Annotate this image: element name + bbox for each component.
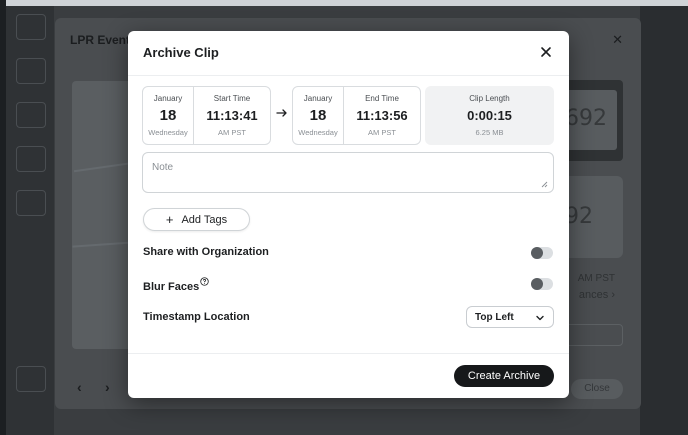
end-time-tz: AM PST (368, 128, 396, 137)
start-time-value: 11:13:41 (206, 108, 258, 123)
bg-sidebar-item (16, 102, 46, 128)
clip-length-label: Clip Length (469, 94, 510, 103)
bg-close-icon: ✕ (612, 32, 623, 47)
bg-plate-text: 92 (565, 204, 593, 229)
note-placeholder: Note (152, 162, 174, 173)
timestamp-location-label: Timestamp Location (143, 311, 250, 323)
clip-length-card: Clip Length 0:00:15 6.25 MB (425, 86, 554, 145)
chevron-down-icon (536, 315, 544, 321)
share-toggle[interactable] (531, 247, 553, 259)
bg-sidebar-item (16, 190, 46, 216)
end-weekday: Wednesday (298, 128, 338, 137)
bg-sidebar-item (16, 146, 46, 172)
timestamp-location-select[interactable]: Top Left (466, 306, 554, 328)
bg-time-text: AM PST (577, 273, 615, 284)
start-weekday: Wednesday (148, 128, 188, 137)
clip-size: 6.25 MB (475, 128, 504, 137)
bg-top-strip (6, 0, 688, 6)
blur-faces-row: Blur Faces (143, 277, 209, 293)
bg-link-text: ances › (578, 289, 615, 301)
header-divider (128, 75, 569, 76)
start-day: 18 (159, 107, 177, 124)
create-archive-button[interactable]: Create Archive (454, 365, 554, 387)
start-time[interactable]: Start Time 11:13:41 AM PST (194, 87, 270, 144)
end-day: 18 (309, 107, 327, 124)
footer-divider (128, 353, 569, 354)
start-date[interactable]: January 18 Wednesday (143, 87, 194, 144)
bg-prev-icon: ‹ (77, 379, 82, 395)
bg-sidebar (6, 6, 54, 435)
arrow-right-icon (276, 109, 287, 117)
end-time-value: 11:13:56 (356, 108, 408, 123)
blur-faces-toggle-knob (531, 278, 543, 290)
start-month: January (153, 94, 183, 103)
bg-input (563, 324, 623, 346)
note-textarea[interactable]: Note (142, 152, 554, 193)
bg-sidebar-item (16, 366, 46, 392)
end-time-label: End Time (365, 94, 399, 103)
blur-faces-toggle[interactable] (531, 278, 553, 290)
share-toggle-knob (531, 247, 543, 259)
end-month: January (303, 94, 333, 103)
plus-icon: + (165, 212, 174, 227)
end-date[interactable]: January 18 Wednesday (293, 87, 344, 144)
bg-plate-image: 692 (561, 90, 617, 150)
add-tags-label: Add Tags (181, 213, 228, 226)
bg-plate-text: 692 (565, 106, 607, 131)
end-time-card[interactable]: January 18 Wednesday End Time 11:13:56 A… (292, 86, 421, 145)
bg-sidebar-item (16, 58, 46, 84)
resize-grip-icon[interactable] (541, 181, 548, 188)
help-icon[interactable] (200, 277, 209, 286)
start-time-tz: AM PST (218, 128, 246, 137)
dialog-title: Archive Clip (143, 45, 219, 60)
bg-modal-title: LPR Event (70, 33, 131, 47)
bg-sidebar-item (16, 14, 46, 40)
archive-clip-dialog: Archive Clip January 18 Wednesday Start … (128, 31, 569, 398)
add-tags-button[interactable]: + Add Tags (143, 208, 250, 231)
share-label: Share with Organization (143, 246, 269, 258)
timestamp-location-value: Top Left (475, 312, 514, 323)
end-time[interactable]: End Time 11:13:56 AM PST (344, 87, 420, 144)
close-icon[interactable] (537, 43, 555, 61)
clip-length-value: 0:00:15 (467, 108, 512, 123)
bg-right-panel (640, 6, 688, 435)
start-time-card[interactable]: January 18 Wednesday Start Time 11:13:41… (142, 86, 271, 145)
bg-close-button: Close (571, 379, 623, 399)
start-time-label: Start Time (213, 94, 251, 103)
bg-next-icon: › (105, 379, 110, 395)
blur-faces-label: Blur Faces (143, 281, 200, 293)
